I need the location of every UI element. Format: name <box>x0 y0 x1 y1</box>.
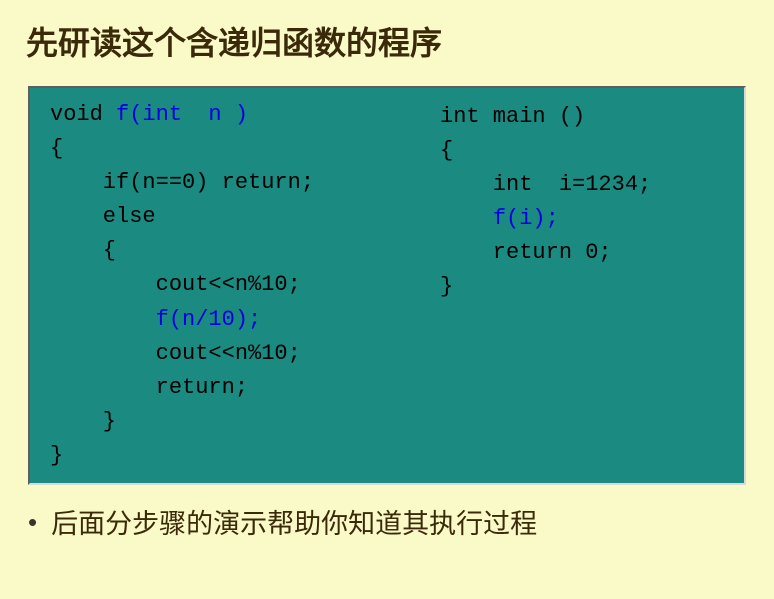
code-line-11: } <box>50 443 63 468</box>
code-line-1a: void <box>50 102 116 127</box>
code-line-10: } <box>50 409 116 434</box>
code-r5: return 0; <box>440 240 612 265</box>
code-line-9: return; <box>50 375 248 400</box>
code-line-8: cout<<n%10; <box>50 341 301 366</box>
bullet-text: 后面分步骤的演示帮助你知道其执行过程 <box>51 507 537 542</box>
code-line-1b: f(int n ) <box>116 102 248 127</box>
bullet-marker: • <box>28 507 37 538</box>
code-line-2: { <box>50 136 63 161</box>
code-line-7a <box>50 307 156 332</box>
code-r4a <box>440 206 493 231</box>
code-line-5: { <box>50 238 116 263</box>
code-right-column: int main () { int i=1234; f(i); return 0… <box>430 98 724 473</box>
code-line-4: else <box>50 204 156 229</box>
code-block: void f(int n ) { if(n==0) return; else {… <box>28 86 746 485</box>
code-r4b: f(i); <box>493 206 559 231</box>
code-left-column: void f(int n ) { if(n==0) return; else {… <box>50 98 400 473</box>
code-r2: { <box>440 138 453 163</box>
code-r1: int main () <box>440 104 585 129</box>
code-line-7b: f(n/10); <box>156 307 262 332</box>
code-r3: int i=1234; <box>440 172 651 197</box>
slide-title: 先研读这个含递归函数的程序 <box>0 0 774 64</box>
code-r6: } <box>440 274 453 299</box>
bullet-item: • 后面分步骤的演示帮助你知道其执行过程 <box>28 507 774 542</box>
code-line-6: cout<<n%10; <box>50 272 301 297</box>
code-line-3: if(n==0) return; <box>50 170 314 195</box>
